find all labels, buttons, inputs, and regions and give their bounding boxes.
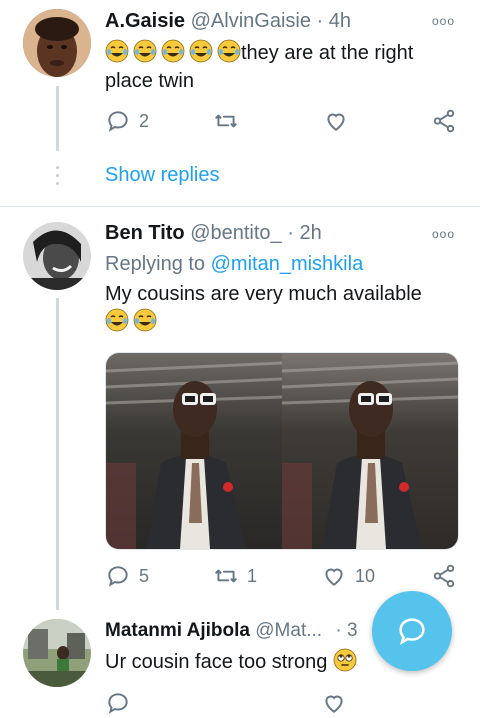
divider: [0, 206, 480, 207]
face-with-rolling-eyes-icon: [333, 648, 357, 672]
like-button[interactable]: [323, 108, 349, 134]
thread-dots: [56, 166, 59, 190]
reply-icon: [108, 566, 128, 587]
user-handle[interactable]: @AlvinGaisie: [191, 10, 311, 32]
replying-handle-link[interactable]: @mitan_mishkila: [211, 253, 364, 275]
timestamp[interactable]: 3: [347, 620, 358, 641]
avatar-photo: [23, 9, 91, 77]
tweet-text: My cousins are very much available: [105, 280, 445, 336]
timestamp[interactable]: 2h: [299, 222, 321, 244]
face-with-tears-of-joy-icon: [133, 39, 157, 63]
retweet-button[interactable]: 1: [213, 563, 257, 589]
tweet-text-content: My cousins are very much available: [105, 283, 422, 305]
tweet-text: they are at the right place twin: [105, 39, 445, 95]
retweet-icon: [215, 569, 237, 583]
tweet-actions: 2: [105, 108, 460, 136]
thread-line: [56, 298, 59, 610]
avatar[interactable]: [23, 222, 91, 290]
thread-line: [56, 86, 59, 151]
user-handle[interactable]: @bentito_: [190, 222, 281, 244]
heart-icon: [327, 113, 345, 131]
compose-reply-icon: [399, 618, 425, 646]
reply-button[interactable]: [105, 690, 131, 716]
tweet-header: Ben Tito @bentito_ · 2h: [105, 222, 322, 245]
reply-count: 2: [139, 110, 150, 131]
like-count: 10: [355, 565, 376, 586]
avatar-photo: [23, 619, 91, 687]
avatar[interactable]: [23, 619, 91, 687]
show-replies-link[interactable]: Show replies: [105, 164, 220, 187]
face-with-tears-of-joy-icon: [161, 39, 185, 63]
share-button[interactable]: [431, 563, 457, 589]
tweet-actions: 5 1 10: [105, 563, 460, 591]
display-name[interactable]: Matanmi Ajibola: [105, 620, 250, 641]
tweet-text-content: Ur cousin face too strong: [105, 651, 328, 673]
display-name[interactable]: Ben Tito: [105, 222, 185, 244]
retweet-icon: [215, 114, 237, 128]
user-handle[interactable]: @Mat...: [255, 620, 322, 641]
reply-icon: [108, 111, 128, 132]
face-with-tears-of-joy-icon: [105, 308, 129, 332]
heart-icon: [325, 568, 343, 586]
share-icon: [433, 109, 455, 133]
reply-button[interactable]: 5: [105, 563, 149, 589]
retweet-button[interactable]: [213, 108, 239, 134]
separator: ·: [335, 620, 342, 641]
display-name[interactable]: A.Gaisie: [105, 10, 185, 32]
tweet-text: Ur cousin face too strong: [105, 648, 385, 676]
avatar[interactable]: [23, 9, 91, 77]
tweet-header: Matanmi Ajibola @Mat... · 3: [105, 620, 358, 642]
like-button[interactable]: 10: [321, 563, 375, 589]
share-icon: [433, 564, 455, 588]
emoji-group: [105, 39, 241, 64]
more-options-icon[interactable]: ooo: [432, 14, 455, 28]
avatar-photo: [23, 222, 91, 290]
face-with-tears-of-joy-icon: [189, 39, 213, 63]
tweet-actions-partial: [105, 690, 460, 718]
tweet-header: A.Gaisie @AlvinGaisie · 4h: [105, 10, 351, 33]
separator: ·: [316, 10, 324, 32]
reply-count: 5: [139, 565, 150, 586]
reply-button[interactable]: 2: [105, 108, 149, 134]
share-button[interactable]: [431, 108, 457, 134]
heart-icon: [325, 695, 343, 713]
separator: ·: [287, 222, 294, 244]
photo-two-men-in-suits: [106, 353, 458, 549]
face-with-tears-of-joy-icon: [105, 39, 129, 63]
like-button[interactable]: [321, 690, 347, 716]
replying-to: Replying to @mitan_mishkila: [105, 250, 363, 278]
face-with-tears-of-joy-icon: [133, 308, 157, 332]
retweet-count: 1: [247, 565, 258, 586]
timestamp[interactable]: 4h: [329, 10, 351, 32]
tweet-media-image[interactable]: [105, 352, 459, 550]
reply-icon: [108, 693, 128, 714]
more-options-icon[interactable]: ooo: [432, 227, 455, 241]
replying-label: Replying to: [105, 253, 206, 275]
compose-reply-button[interactable]: [372, 591, 452, 671]
face-with-tears-of-joy-icon: [217, 39, 241, 63]
